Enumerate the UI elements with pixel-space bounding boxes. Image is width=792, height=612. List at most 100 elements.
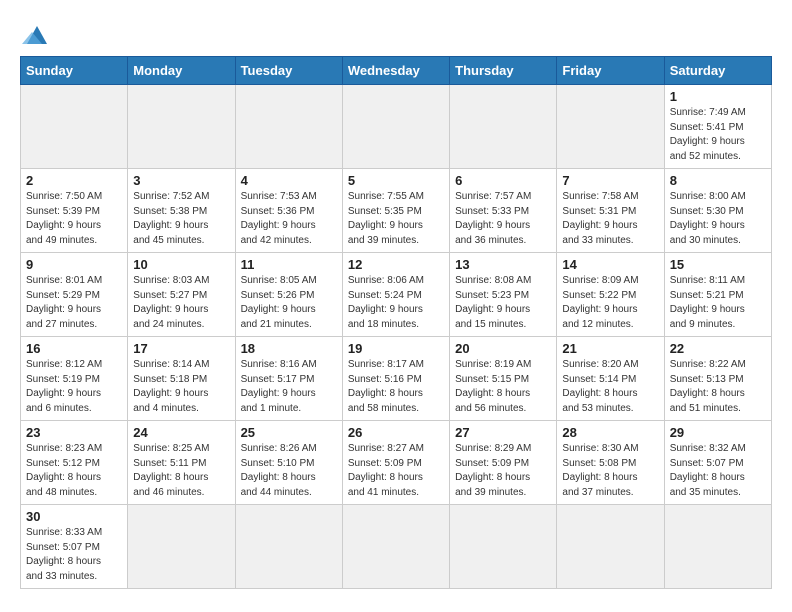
day-info: Sunrise: 7:58 AMSunset: 5:31 PMDaylight:…	[562, 190, 658, 248]
calendar-cell: 15 Sunrise: 8:11 AMSunset: 5:21 PMDayligh…	[664, 253, 771, 337]
day-number: 20	[455, 341, 551, 356]
column-header-thursday: Thursday	[450, 57, 557, 85]
day-info: Sunrise: 8:25 AMSunset: 5:11 PMDaylight:…	[133, 442, 229, 500]
calendar-cell: 30 Sunrise: 8:33 AMSunset: 5:07 PMDayligh…	[21, 505, 128, 589]
day-number: 24	[133, 425, 229, 440]
day-number: 17	[133, 341, 229, 356]
day-info: Sunrise: 8:29 AMSunset: 5:09 PMDaylight:…	[455, 442, 551, 500]
calendar-cell: 29 Sunrise: 8:32 AMSunset: 5:07 PMDayligh…	[664, 421, 771, 505]
week-row-6: 30 Sunrise: 8:33 AMSunset: 5:07 PMDayligh…	[21, 505, 772, 589]
day-number: 22	[670, 341, 766, 356]
calendar-cell: 6Sunrise: 7:57 AMSunset: 5:33 PMDaylight…	[450, 169, 557, 253]
day-info: Sunrise: 8:16 AMSunset: 5:17 PMDaylight:…	[241, 358, 337, 416]
week-row-5: 23Sunrise: 8:23 AMSunset: 5:12 PMDayligh…	[21, 421, 772, 505]
column-header-tuesday: Tuesday	[235, 57, 342, 85]
day-number: 13	[455, 257, 551, 272]
calendar-cell: 16Sunrise: 8:12 AMSunset: 5:19 PMDayligh…	[21, 337, 128, 421]
day-number: 25	[241, 425, 337, 440]
calendar-cell: 20 Sunrise: 8:19 AMSunset: 5:15 PMDayligh…	[450, 337, 557, 421]
column-header-friday: Friday	[557, 57, 664, 85]
day-info: Sunrise: 8:00 AMSunset: 5:30 PMDaylight:…	[670, 190, 766, 248]
day-number: 7	[562, 173, 658, 188]
day-number: 6	[455, 173, 551, 188]
day-info: Sunrise: 7:50 AMSunset: 5:39 PMDaylight:…	[26, 190, 122, 248]
calendar-cell: 19Sunrise: 8:17 AMSunset: 5:16 PMDayligh…	[342, 337, 449, 421]
calendar-cell: 17 Sunrise: 8:14 AMSunset: 5:18 PMDayligh…	[128, 337, 235, 421]
day-number: 21	[562, 341, 658, 356]
day-info: Sunrise: 8:03 AMSunset: 5:27 PMDaylight:…	[133, 274, 229, 332]
calendar-cell	[128, 85, 235, 169]
day-info: Sunrise: 8:06 AMSunset: 5:24 PMDaylight:…	[348, 274, 444, 332]
calendar-cell	[128, 505, 235, 589]
day-info: Sunrise: 7:53 AMSunset: 5:36 PMDaylight:…	[241, 190, 337, 248]
calendar-cell: 4Sunrise: 7:53 AMSunset: 5:36 PMDaylight…	[235, 169, 342, 253]
day-number: 29	[670, 425, 766, 440]
day-info: Sunrise: 8:05 AMSunset: 5:26 PMDaylight:…	[241, 274, 337, 332]
calendar-cell	[557, 505, 664, 589]
day-info: Sunrise: 8:14 AMSunset: 5:18 PMDaylight:…	[133, 358, 229, 416]
calendar-cell	[21, 85, 128, 169]
day-info: Sunrise: 7:52 AMSunset: 5:38 PMDaylight:…	[133, 190, 229, 248]
day-info: Sunrise: 8:11 AMSunset: 5:21 PMDaylight:…	[670, 274, 766, 332]
day-info: Sunrise: 8:20 AMSunset: 5:14 PMDaylight:…	[562, 358, 658, 416]
column-header-saturday: Saturday	[664, 57, 771, 85]
day-info: Sunrise: 8:33 AMSunset: 5:07 PMDaylight:…	[26, 526, 122, 584]
calendar-cell	[235, 505, 342, 589]
day-number: 14	[562, 257, 658, 272]
day-number: 8	[670, 173, 766, 188]
calendar-cell: 8 Sunrise: 8:00 AMSunset: 5:30 PMDaylight…	[664, 169, 771, 253]
calendar-cell: 1 Sunrise: 7:49 AMSunset: 5:41 PMDaylight…	[664, 85, 771, 169]
calendar-cell: 11 Sunrise: 8:05 AMSunset: 5:26 PMDayligh…	[235, 253, 342, 337]
calendar-cell	[342, 85, 449, 169]
calendar-cell: 28 Sunrise: 8:30 AMSunset: 5:08 PMDayligh…	[557, 421, 664, 505]
day-info: Sunrise: 7:49 AMSunset: 5:41 PMDaylight:…	[670, 106, 766, 164]
day-number: 5	[348, 173, 444, 188]
calendar-cell: 26 Sunrise: 8:27 AMSunset: 5:09 PMDayligh…	[342, 421, 449, 505]
calendar-cell	[235, 85, 342, 169]
day-number: 18	[241, 341, 337, 356]
day-info: Sunrise: 8:19 AMSunset: 5:15 PMDaylight:…	[455, 358, 551, 416]
day-number: 9	[26, 257, 122, 272]
logo	[20, 20, 52, 46]
calendar-cell	[450, 505, 557, 589]
week-row-2: 2 Sunrise: 7:50 AMSunset: 5:39 PMDaylight…	[21, 169, 772, 253]
calendar-cell: 7 Sunrise: 7:58 AMSunset: 5:31 PMDaylight…	[557, 169, 664, 253]
calendar-cell: 14 Sunrise: 8:09 AMSunset: 5:22 PMDayligh…	[557, 253, 664, 337]
calendar-cell: 24 Sunrise: 8:25 AMSunset: 5:11 PMDayligh…	[128, 421, 235, 505]
day-info: Sunrise: 8:26 AMSunset: 5:10 PMDaylight:…	[241, 442, 337, 500]
logo-icon	[22, 22, 52, 46]
week-row-1: 1 Sunrise: 7:49 AMSunset: 5:41 PMDaylight…	[21, 85, 772, 169]
calendar-cell	[342, 505, 449, 589]
day-number: 27	[455, 425, 551, 440]
day-number: 11	[241, 257, 337, 272]
calendar-cell: 3 Sunrise: 7:52 AMSunset: 5:38 PMDaylight…	[128, 169, 235, 253]
day-info: Sunrise: 8:09 AMSunset: 5:22 PMDaylight:…	[562, 274, 658, 332]
day-number: 26	[348, 425, 444, 440]
day-number: 30	[26, 509, 122, 524]
day-info: Sunrise: 8:17 AMSunset: 5:16 PMDaylight:…	[348, 358, 444, 416]
day-number: 28	[562, 425, 658, 440]
day-info: Sunrise: 8:01 AMSunset: 5:29 PMDaylight:…	[26, 274, 122, 332]
calendar-header-row: SundayMondayTuesdayWednesdayThursdayFrid…	[21, 57, 772, 85]
calendar-cell: 10 Sunrise: 8:03 AMSunset: 5:27 PMDayligh…	[128, 253, 235, 337]
day-number: 10	[133, 257, 229, 272]
calendar-cell: 23Sunrise: 8:23 AMSunset: 5:12 PMDayligh…	[21, 421, 128, 505]
calendar-cell	[664, 505, 771, 589]
day-number: 3	[133, 173, 229, 188]
day-info: Sunrise: 8:32 AMSunset: 5:07 PMDaylight:…	[670, 442, 766, 500]
day-info: Sunrise: 8:12 AMSunset: 5:19 PMDaylight:…	[26, 358, 122, 416]
day-info: Sunrise: 8:30 AMSunset: 5:08 PMDaylight:…	[562, 442, 658, 500]
week-row-3: 9 Sunrise: 8:01 AMSunset: 5:29 PMDaylight…	[21, 253, 772, 337]
calendar-cell: 25 Sunrise: 8:26 AMSunset: 5:10 PMDayligh…	[235, 421, 342, 505]
day-number: 12	[348, 257, 444, 272]
day-number: 23	[26, 425, 122, 440]
calendar-cell: 5Sunrise: 7:55 AMSunset: 5:35 PMDaylight…	[342, 169, 449, 253]
day-number: 2	[26, 173, 122, 188]
calendar-cell: 9 Sunrise: 8:01 AMSunset: 5:29 PMDaylight…	[21, 253, 128, 337]
day-info: Sunrise: 8:27 AMSunset: 5:09 PMDaylight:…	[348, 442, 444, 500]
calendar-cell	[450, 85, 557, 169]
day-number: 1	[670, 89, 766, 104]
column-header-monday: Monday	[128, 57, 235, 85]
day-info: Sunrise: 8:08 AMSunset: 5:23 PMDaylight:…	[455, 274, 551, 332]
day-number: 15	[670, 257, 766, 272]
